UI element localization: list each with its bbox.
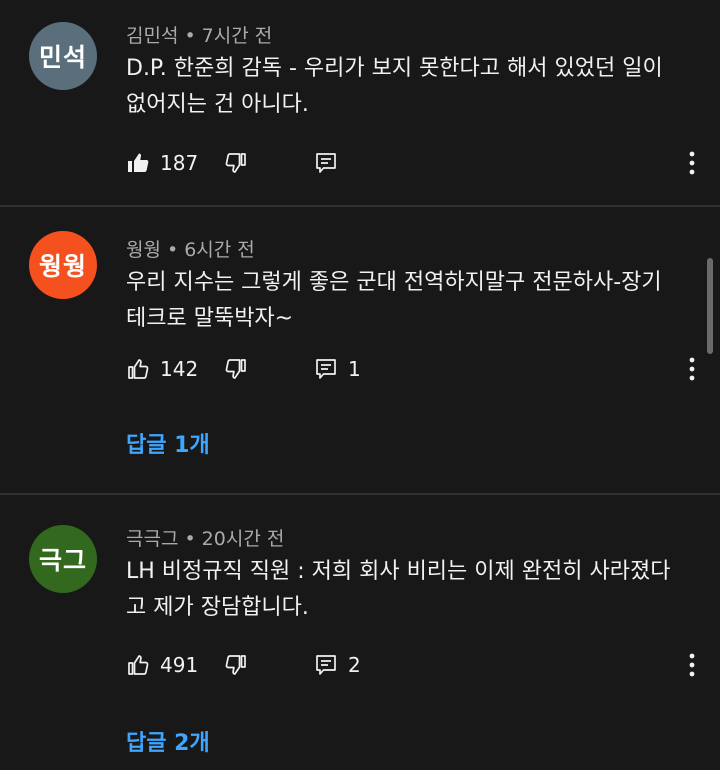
like-button[interactable]: 142 xyxy=(126,354,198,384)
reply-count: 2 xyxy=(348,653,361,677)
author-name[interactable]: 웡웡 xyxy=(126,239,161,261)
comment-item: 웡웡 웡웡 • 6시간 전 우리 지수는 그렇게 좋은 군대 전역하지말구 전문하사… xyxy=(0,207,720,493)
comment-text-line: 테크로 말뚝박자~ xyxy=(126,306,294,331)
more-options-button[interactable] xyxy=(678,150,706,176)
view-replies-button[interactable]: 답글 2개 xyxy=(126,725,210,757)
comment-text: D.P. 한준희 감독 - 우리가 보지 못한다고 해서 있었던 일이 없어지는… xyxy=(126,51,696,123)
avatar[interactable]: 극그 xyxy=(29,525,97,593)
thumbs-down-icon xyxy=(225,655,246,675)
more-options-button[interactable] xyxy=(678,652,706,678)
comment-time[interactable]: 20시간 전 xyxy=(202,528,285,550)
comment-text-line: 우리 지수는 그렇게 좋은 군대 전역하지말구 전문하사-장기 xyxy=(126,270,662,295)
comment-time[interactable]: 7시간 전 xyxy=(202,25,273,47)
avatar[interactable]: 민석 xyxy=(29,22,97,90)
comment-meta: 극극그 • 20시간 전 xyxy=(126,524,284,551)
more-options-button[interactable] xyxy=(678,356,706,382)
comment-text-line: 없어지는 건 아니다. xyxy=(126,92,309,117)
thumbs-down-icon xyxy=(225,153,246,173)
thumbs-up-icon xyxy=(128,655,149,675)
comment-text-line: 고 제가 장담합니다. xyxy=(126,595,309,620)
view-replies-button[interactable]: 답글 1개 xyxy=(126,427,210,459)
comment-actions: 187 xyxy=(126,148,706,178)
author-name[interactable]: 극극그 xyxy=(126,528,178,550)
like-button[interactable]: 187 xyxy=(126,148,198,178)
meta-separator: • xyxy=(184,25,196,47)
comment-meta: 김민석 • 7시간 전 xyxy=(126,21,272,48)
comment-icon xyxy=(316,153,336,173)
like-count: 142 xyxy=(160,357,199,381)
comment-text: LH 비정규직 직원 : 저희 회사 비리는 이제 완전히 사라졌다 고 제가 … xyxy=(126,554,696,626)
thumbs-up-icon xyxy=(128,359,149,379)
comment-item: 극그 극극그 • 20시간 전 LH 비정규직 직원 : 저희 회사 비리는 이제 … xyxy=(0,495,720,770)
dislike-button[interactable] xyxy=(224,148,248,178)
meta-separator: • xyxy=(184,528,196,550)
reply-count: 1 xyxy=(348,357,361,381)
like-button[interactable]: 491 xyxy=(126,650,198,680)
more-vertical-icon xyxy=(689,653,695,677)
comment-time[interactable]: 6시간 전 xyxy=(184,239,255,261)
reply-button[interactable]: 2 xyxy=(314,650,361,680)
comment-actions: 142 1 xyxy=(126,354,706,384)
dislike-button[interactable] xyxy=(224,650,248,680)
more-vertical-icon xyxy=(689,151,695,175)
thumbs-up-icon xyxy=(128,153,149,172)
comment-meta: 웡웡 • 6시간 전 xyxy=(126,235,255,262)
like-count: 491 xyxy=(160,653,199,677)
comment-text-line: LH 비정규직 직원 : 저희 회사 비리는 이제 완전히 사라졌다 xyxy=(126,559,671,584)
thumbs-down-icon xyxy=(225,359,246,379)
avatar[interactable]: 웡웡 xyxy=(29,231,97,299)
reply-button[interactable] xyxy=(314,148,348,178)
comment-text-line: D.P. 한준희 감독 - 우리가 보지 못한다고 해서 있었던 일이 xyxy=(126,56,663,81)
more-vertical-icon xyxy=(689,357,695,381)
comment-icon xyxy=(316,359,336,379)
like-count: 187 xyxy=(160,151,199,175)
meta-separator: • xyxy=(166,239,179,261)
comment-text: 우리 지수는 그렇게 좋은 군대 전역하지말구 전문하사-장기 테크로 말뚝박자… xyxy=(126,265,696,337)
comment-icon xyxy=(316,655,336,675)
comment-actions: 491 2 xyxy=(126,650,706,680)
scrollbar[interactable] xyxy=(707,258,713,354)
dislike-button[interactable] xyxy=(224,354,248,384)
author-name[interactable]: 김민석 xyxy=(126,25,178,47)
reply-button[interactable]: 1 xyxy=(314,354,361,384)
comment-item: 민석 김민석 • 7시간 전 D.P. 한준희 감독 - 우리가 보지 못한다고 해… xyxy=(0,0,720,205)
